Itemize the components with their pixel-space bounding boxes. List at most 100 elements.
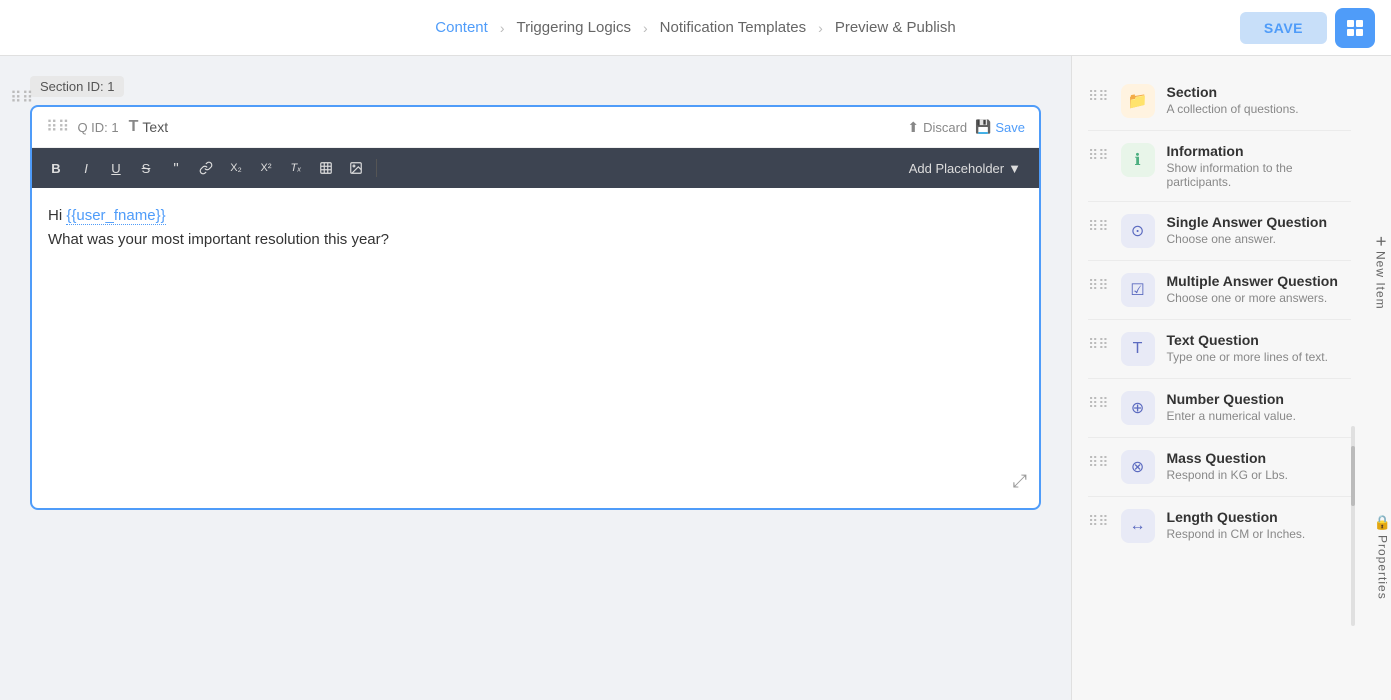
right-sidebar: + New Item 🔒 Properties ⠿⠿📁SectionA coll… <box>1071 56 1391 700</box>
content-area: ⠿⠿ Section ID: 1 ⠿⠿ Q ID: 1 T Text ⬆ Dis… <box>0 56 1071 700</box>
save-button[interactable]: SAVE <box>1240 12 1327 44</box>
new-item-label: + New Item <box>1370 236 1391 309</box>
scroll-thumb[interactable] <box>1351 446 1355 506</box>
nav-steps: Content › Triggering Logics › Notification T… <box>435 19 955 36</box>
discard-button[interactable]: ⬆ Discard <box>907 119 967 136</box>
underline-button[interactable]: U <box>102 154 130 182</box>
drag-handle-information[interactable]: ⠿⠿ <box>1088 147 1109 164</box>
title-information: Information <box>1167 143 1351 159</box>
question-type-icon: T <box>129 118 139 136</box>
discard-label: Discard <box>923 120 967 135</box>
drag-handle-text-question[interactable]: ⠿⠿ <box>1088 336 1109 353</box>
add-placeholder-button[interactable]: Add Placeholder ▼ <box>901 157 1029 180</box>
clear-format-button[interactable]: Tₓ <box>282 154 310 182</box>
editor-content[interactable]: Hi {{user_fname}} What was your most imp… <box>32 188 1039 508</box>
editor-text-line1: Hi {{user_fname}} <box>48 204 1023 228</box>
section-block: ⠿⠿ Section ID: 1 ⠿⠿ Q ID: 1 T Text ⬆ Dis… <box>30 76 1041 510</box>
editor-text-line2: What was your most important resolution … <box>48 228 1023 252</box>
desc-single-answer: Choose one answer. <box>1167 232 1351 246</box>
info-section: SectionA collection of questions. <box>1167 84 1351 116</box>
desc-section: A collection of questions. <box>1167 102 1351 116</box>
section-id-label: Section ID: 1 <box>30 76 124 97</box>
icon-information: ℹ <box>1121 143 1155 177</box>
sidebar-item-section[interactable]: ⠿⠿ 📁 SectionA collection of questions. <box>1088 72 1351 131</box>
sidebar-item-mass-question[interactable]: ⠿⠿⊗Mass QuestionRespond in KG or Lbs. <box>1088 438 1351 497</box>
nav-right: SAVE <box>1240 8 1375 48</box>
icon-single-answer: ⊙ <box>1121 214 1155 248</box>
save-question-label: Save <box>995 120 1025 135</box>
desc-text-question: Type one or more lines of text. <box>1167 350 1351 364</box>
drag-handle-number-question[interactable]: ⠿⠿ <box>1088 395 1109 412</box>
info-single-answer: Single Answer Question Choose one answer. <box>1167 214 1351 246</box>
section-drag-handle[interactable]: ⠿⠿ <box>10 88 33 108</box>
icon-text-question: T <box>1121 332 1155 366</box>
bold-button[interactable]: B <box>42 154 70 182</box>
editor-toolbar: B I U S " X₂ X² Tₓ <box>32 148 1039 188</box>
question-header: ⠿⠿ Q ID: 1 T Text ⬆ Discard 💾 Save <box>32 107 1039 148</box>
expand-icon[interactable]: ⤢ <box>1013 467 1027 496</box>
title-number-question: Number Question <box>1167 391 1351 407</box>
title-single-answer: Single Answer Question <box>1167 214 1351 230</box>
drag-handle-multiple-answer[interactable]: ⠿⠿ <box>1088 277 1109 294</box>
drag-handle-single-answer[interactable]: ⠿⠿ <box>1088 218 1109 235</box>
link-button[interactable] <box>192 154 220 182</box>
info-length-question: Length Question Respond in CM or Inches. <box>1167 509 1351 541</box>
properties-lock-icon: 🔒 <box>1374 514 1391 531</box>
new-item-plus[interactable]: + <box>1370 236 1391 247</box>
main-area: ⠿⠿ Section ID: 1 ⠿⠿ Q ID: 1 T Text ⬆ Dis… <box>0 56 1391 700</box>
title-multiple-answer: Multiple Answer Question <box>1167 273 1351 289</box>
add-placeholder-label: Add Placeholder <box>909 161 1004 176</box>
desc-multiple-answer: Choose one or more answers. <box>1167 291 1351 305</box>
table-button[interactable] <box>312 154 340 182</box>
nav-step-notification-templates[interactable]: Notification Templates <box>660 19 806 36</box>
blockquote-button[interactable]: " <box>162 154 190 182</box>
icon-length-question: ↔ <box>1121 509 1155 543</box>
scroll-track <box>1351 426 1355 626</box>
top-navigation: Content › Triggering Logics › Notification T… <box>0 0 1391 56</box>
icon-multiple-answer: ☑ <box>1121 273 1155 307</box>
title-text-question: Text Question <box>1167 332 1351 348</box>
sidebar-items-list: ⠿⠿ 📁 SectionA collection of questions. ⠿⠿ ℹI… <box>1072 56 1391 571</box>
desc-mass-question: Respond in KG or Lbs. <box>1167 468 1351 482</box>
nav-step-preview-publish[interactable]: Preview & Publish <box>835 19 956 36</box>
info-number-question: Number QuestionEnter a numerical value. <box>1167 391 1351 423</box>
superscript-button[interactable]: X² <box>252 154 280 182</box>
sidebar-item-length-question[interactable]: ⠿⠿ ↔ Length Question Respond in CM or Inche… <box>1088 497 1351 555</box>
sidebar-item-information[interactable]: ⠿⠿ ℹ Information Show information to the pa… <box>1088 131 1351 202</box>
image-button[interactable] <box>342 154 370 182</box>
toolbar-separator <box>376 159 377 177</box>
desc-information: Show information to the participants. <box>1167 161 1351 189</box>
info-multiple-answer: Multiple Answer Question Choose one or mo… <box>1167 273 1351 305</box>
icon-section: 📁 <box>1121 84 1155 118</box>
info-mass-question: Mass Question Respond in KG or Lbs. <box>1167 450 1351 482</box>
icon-number-question: ⊕ <box>1121 391 1155 425</box>
nav-step-triggering-logics[interactable]: Triggering Logics <box>517 19 632 36</box>
sidebar-item-single-answer[interactable]: ⠿⠿ ⊙ Single Answer Question Choose one answ… <box>1088 202 1351 261</box>
title-mass-question: Mass Question <box>1167 450 1351 466</box>
drag-handle-section[interactable]: ⠿⠿ <box>1088 88 1109 105</box>
drag-handle-mass-question[interactable]: ⠿⠿ <box>1088 454 1109 471</box>
info-information: Information Show information to the parti… <box>1167 143 1351 189</box>
info-text-question: Text Question Type one or more lines of t… <box>1167 332 1351 364</box>
desc-length-question: Respond in CM or Inches. <box>1167 527 1351 541</box>
sidebar-item-number-question[interactable]: ⠿⠿ ⊕ Number QuestionEnter a numerical valu… <box>1088 379 1351 438</box>
strikethrough-button[interactable]: S <box>132 154 160 182</box>
nav-step-content[interactable]: Content <box>435 19 488 36</box>
layout-icon-button[interactable] <box>1335 8 1375 48</box>
title-length-question: Length Question <box>1167 509 1351 525</box>
question-type-label: Text <box>142 119 907 135</box>
question-drag-handle[interactable]: ⠿⠿ <box>46 117 69 137</box>
sidebar-item-multiple-answer[interactable]: ⠿⠿ ☑ Multiple Answer Question Choose one or… <box>1088 261 1351 320</box>
save-question-icon: 💾 <box>975 119 991 135</box>
new-item-text: New Item <box>1374 251 1388 310</box>
italic-button[interactable]: I <box>72 154 100 182</box>
nav-arrow-0: › <box>500 20 505 36</box>
add-placeholder-arrow: ▼ <box>1008 161 1021 176</box>
save-question-button[interactable]: 💾 Save <box>975 119 1025 135</box>
drag-handle-length-question[interactable]: ⠿⠿ <box>1088 513 1109 530</box>
nav-arrow-2: › <box>818 20 823 36</box>
sidebar-item-text-question[interactable]: ⠿⠿ T Text Question Type one or more lines o… <box>1088 320 1351 379</box>
subscript-button[interactable]: X₂ <box>222 154 250 182</box>
question-id: Q ID: 1 <box>77 120 118 135</box>
placeholder-variable: {{user_fname}} <box>66 207 165 225</box>
